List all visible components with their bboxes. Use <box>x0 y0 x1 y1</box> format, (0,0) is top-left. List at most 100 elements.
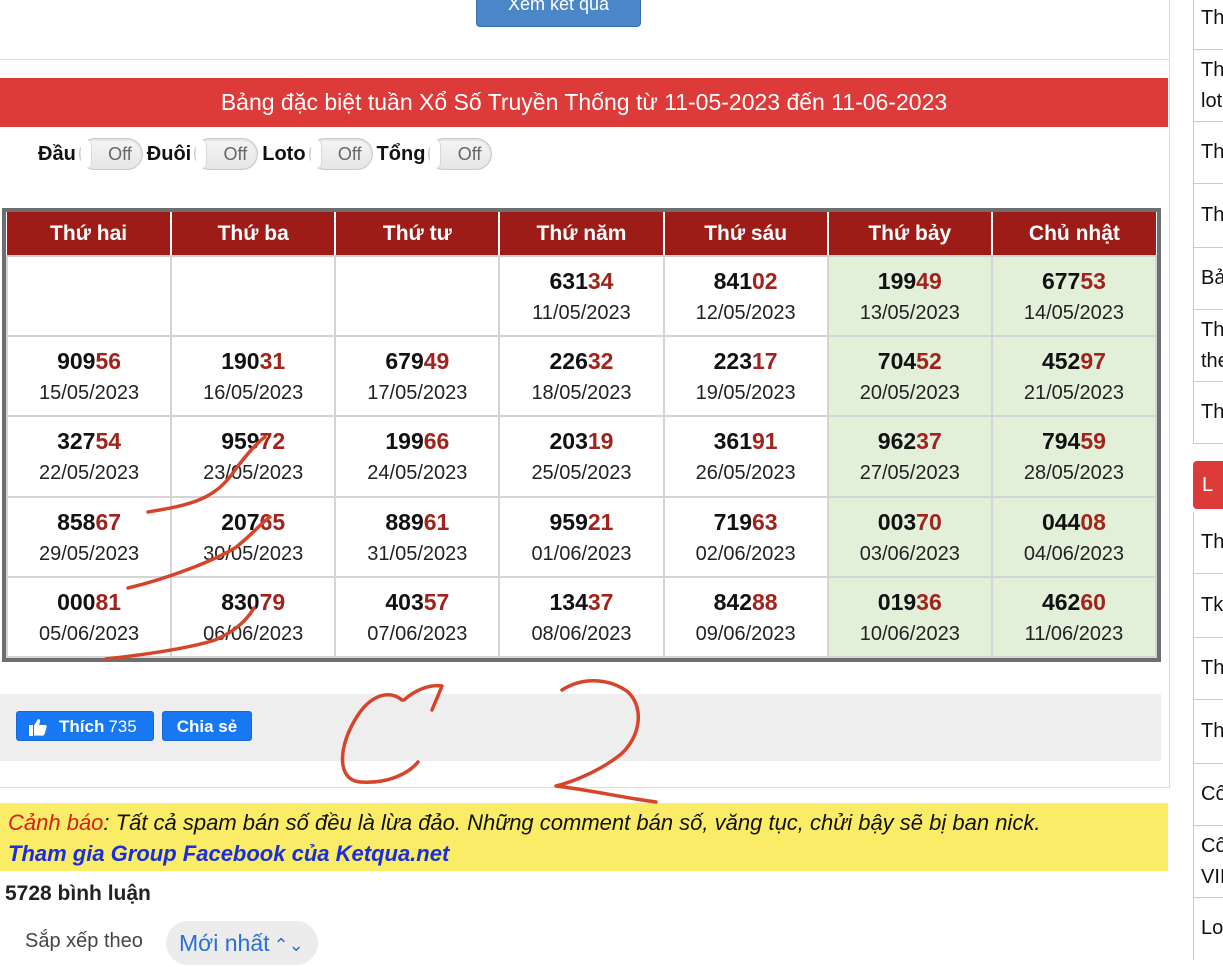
number-head: 841 <box>713 268 753 295</box>
toggle-loto-switch[interactable]: Off <box>308 138 373 170</box>
draw-date: 15/05/2023 <box>39 382 140 405</box>
number-tail: 21 <box>587 508 614 535</box>
number-tail: 91 <box>752 428 778 455</box>
draw-date: 01/06/2023 <box>531 542 632 565</box>
number-tail: 63 <box>752 508 778 535</box>
facebook-group-link[interactable]: Tham gia Group Facebook của Ketqua.net <box>8 841 449 866</box>
special-number: 20319 <box>500 427 662 455</box>
special-number: 40357 <box>336 588 498 616</box>
draw-date: 13/05/2023 <box>859 302 960 325</box>
filter-toggles: Đầu Off Đuôi Off Loto Off Tổng Off <box>38 137 496 171</box>
number-head: 858 <box>57 508 96 535</box>
sidebar-item[interactable]: Th <box>1193 638 1223 700</box>
result-cell: 85867 29/05/2023 <box>5 495 173 578</box>
sidebar-item[interactable]: Tk <box>1193 574 1223 638</box>
facebook-share-button[interactable]: Chia sẻ <box>162 711 252 741</box>
col-header-chu-nhat: Chủ nhật <box>991 212 1156 257</box>
sidebar-item[interactable]: Cô VII <box>1193 826 1223 898</box>
number-head: 327 <box>57 428 96 455</box>
like-label: Thích <box>59 717 105 736</box>
special-number: 04408 <box>993 508 1155 536</box>
result-cell: 20319 25/05/2023 <box>498 415 665 498</box>
special-number: 01936 <box>829 588 991 616</box>
like-count: 735 <box>108 717 137 736</box>
draw-date: 10/06/2023 <box>859 622 960 645</box>
number-tail: 53 <box>1080 268 1106 295</box>
number-tail: 61 <box>423 508 450 535</box>
special-number: 63134 <box>500 267 662 295</box>
number-head: 003 <box>877 508 917 535</box>
comment-count: 5728 bình luận <box>5 882 151 905</box>
result-cell: 84288 09/06/2023 <box>662 575 829 659</box>
number-head: 631 <box>549 268 588 295</box>
number-tail: 19 <box>587 428 614 455</box>
sidebar-item[interactable]: Cô <box>1193 764 1223 826</box>
result-cell: 88961 31/05/2023 <box>334 495 501 578</box>
table-row: 32754 22/05/2023 95972 23/05/2023 19966 24/05… <box>5 415 1158 498</box>
draw-date: 25/05/2023 <box>531 462 632 485</box>
toggle-tong-switch[interactable]: Off <box>428 138 493 170</box>
number-tail: 49 <box>423 348 450 375</box>
sidebar-item[interactable]: Th <box>1193 700 1223 764</box>
special-number: 79459 <box>993 427 1155 455</box>
special-number: 45297 <box>993 347 1155 375</box>
number-head: 403 <box>385 588 424 615</box>
number-head: 962 <box>877 428 917 455</box>
result-cell <box>5 254 173 338</box>
number-head: 959 <box>549 508 588 535</box>
sort-select[interactable]: Mới nhất ⌃⌄ <box>166 921 318 965</box>
result-cell: 13437 08/06/2023 <box>498 575 665 659</box>
number-head: 019 <box>877 588 917 615</box>
special-number: 67753 <box>993 267 1155 295</box>
draw-date: 09/06/2023 <box>695 622 796 645</box>
number-head: 361 <box>713 428 753 455</box>
special-number: 88961 <box>336 508 498 536</box>
col-header-thu-hai: Thứ hai <box>7 212 173 257</box>
table-row: 85867 29/05/2023 20765 30/05/2023 88961 31/05… <box>5 495 1158 578</box>
result-cell: 40357 07/06/2023 <box>334 575 501 659</box>
number-tail: 81 <box>95 588 122 615</box>
spam-warning-box: Cảnh báo: Tất cả spam bán số đều là lừa … <box>0 803 1168 871</box>
special-number: 96237 <box>829 427 991 455</box>
number-head: 677 <box>1041 268 1081 295</box>
facebook-like-button[interactable]: Thích 735 <box>16 711 154 741</box>
result-cell: 71963 02/06/2023 <box>662 495 829 578</box>
special-number: 90956 <box>8 347 170 375</box>
result-cell: 04408 04/06/2023 <box>990 495 1158 578</box>
toggle-duoi-switch[interactable]: Off <box>194 138 259 170</box>
number-tail: 49 <box>916 268 942 295</box>
sidebar-item[interactable]: Th <box>1193 382 1223 444</box>
number-tail: 72 <box>259 428 286 455</box>
sidebar-item[interactable]: Th lot <box>1193 50 1223 122</box>
warning-text: : Tất cả spam bán số đều là lừa đảo. Nhữ… <box>103 810 1041 835</box>
number-head: 704 <box>877 348 917 375</box>
table-row: 00081 05/06/2023 83079 06/06/2023 40357 07/06… <box>5 575 1158 659</box>
sidebar-item[interactable]: Bả <box>1193 248 1223 310</box>
toggle-dau-switch[interactable]: Off <box>78 138 143 170</box>
draw-date: 07/06/2023 <box>367 622 468 645</box>
sidebar-item[interactable]: Th <box>1193 0 1223 50</box>
number-head: 226 <box>549 348 588 375</box>
result-cell: 36191 26/05/2023 <box>662 415 829 498</box>
sidebar-item[interactable]: Th <box>1193 122 1223 184</box>
number-head: 889 <box>385 508 424 535</box>
number-tail: 56 <box>95 348 122 375</box>
number-tail: 34 <box>587 268 614 295</box>
sidebar-item[interactable]: Th <box>1193 184 1223 248</box>
draw-date: 24/05/2023 <box>367 462 468 485</box>
number-tail: 08 <box>1080 508 1106 535</box>
draw-date: 28/05/2023 <box>1023 462 1124 485</box>
view-results-button[interactable]: Xem kết quả <box>476 0 641 27</box>
number-tail: 32 <box>587 348 614 375</box>
number-tail: 79 <box>259 588 286 615</box>
sidebar-item[interactable]: Lo <box>1193 898 1223 960</box>
result-cell: 22317 19/05/2023 <box>662 335 829 418</box>
result-cell: 19031 16/05/2023 <box>170 335 337 418</box>
number-tail: 65 <box>259 508 286 535</box>
result-cell: 95921 01/06/2023 <box>498 495 665 578</box>
sidebar-item[interactable]: Th <box>1193 512 1223 574</box>
sidebar-item[interactable]: Th the <box>1193 310 1223 382</box>
table-header-row: Thứ hai Thứ ba Thứ tư Thứ năm Thứ sáu Th… <box>7 212 1156 257</box>
toggle-label-tong: Tổng <box>376 142 426 165</box>
draw-date: 21/05/2023 <box>1023 382 1124 405</box>
